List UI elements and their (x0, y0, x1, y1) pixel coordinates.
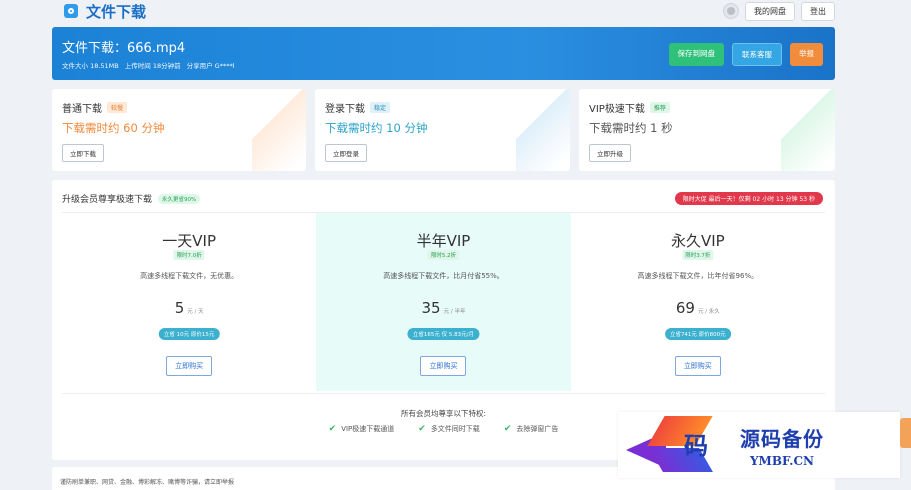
contact-service-button[interactable]: 联系客服 (732, 43, 782, 66)
price-value: 69 (675, 299, 695, 317)
price-unit: 元 / 永久 (697, 309, 720, 315)
price-value: 5 (174, 299, 185, 317)
download-time: 下载需时约 60 分钟 (62, 121, 165, 135)
watermark-logo-char: 码 (684, 431, 708, 460)
promo-countdown: 限时大促 最后一天！仅剩 02 小时 13 分钟 53 秒 (674, 192, 823, 205)
upgrade-now-button[interactable]: 立即升级 (589, 144, 631, 162)
card-title: 登录下载 (325, 104, 365, 115)
privilege-label: 多文件同时下载 (430, 425, 480, 433)
price-unit: 元 / 半年 (443, 309, 466, 315)
plan-desc: 高速多线程下载文件，比年付省96%。 (637, 272, 759, 280)
avatar[interactable] (723, 3, 739, 19)
vip-plans: 一天VIP 限时7.0折 高速多线程下载文件，无优惠。 5 元 / 天 立省 1… (62, 213, 825, 391)
watermark-en: YMBF.CN (749, 453, 814, 468)
plan-name: 一天VIP (162, 232, 217, 250)
plan-price: 35 元 / 半年 (316, 299, 570, 317)
file-title: 文件下载：666.mp4 (62, 41, 186, 56)
savings-badge: 立省741元 原价800元 (664, 328, 731, 340)
savings-badge: 立省 10元 原价15元 (158, 328, 220, 340)
check-icon: ✔ (418, 424, 426, 434)
privilege-item: ✔ 多文件同时下载 (418, 424, 480, 434)
speed-tag: 较慢 (107, 102, 128, 113)
savings-badge: 立省165元 仅 5.83元/月 (407, 328, 480, 340)
site-logo-icon[interactable] (64, 4, 78, 18)
price-unit: 元 / 天 (187, 309, 204, 315)
file-meta: 文件大小 18.51MB 上传时间 18分钟前 分享用户 G****l (62, 60, 235, 70)
report-button[interactable]: 举报 (790, 43, 823, 66)
watermark-cn: 源码备份 (740, 426, 824, 451)
speed-tag: 稳定 (370, 102, 391, 113)
plan-half-year: 半年VIP 限时5.2折 高速多线程下载文件，比月付省55%。 35 元 / 半… (316, 213, 571, 391)
discount-badge: 限时3.7折 (682, 250, 714, 260)
plan-desc: 高速多线程下载文件，无优惠。 (140, 272, 239, 280)
privilege-label: VIP极速下载通道 (341, 425, 395, 433)
discount-badge: 限时7.0折 (173, 250, 205, 260)
check-icon: ✔ (503, 424, 512, 434)
upload-time: 上传时间 18分钟前 (124, 62, 181, 70)
plan-forever: 永久VIP 限时3.7折 高速多线程下载文件，比年付省96%。 69 元 / 永… (571, 213, 825, 391)
file-banner: 文件下载：666.mp4 文件大小 18.51MB 上传时间 18分钟前 分享用… (52, 27, 835, 80)
plan-desc: 高速多线程下载文件，比月付省55%。 (383, 272, 504, 280)
download-time: 下载需时约 10 分钟 (325, 121, 428, 135)
fraud-notice-text: 谨防刷单兼职、网贷、金融、博彩解冻、赌博等诈骗，请立即举报 (60, 479, 235, 486)
buy-button[interactable]: 立即购买 (166, 356, 213, 376)
vip-title: 升级会员尊享极速下载 (62, 195, 153, 205)
card-login-download: 登录下载 稳定 下载需时约 10 分钟 立即登录 (315, 89, 570, 171)
buy-button[interactable]: 立即购买 (420, 356, 467, 376)
file-size: 文件大小 18.51MB (62, 62, 119, 70)
save-to-disk-button[interactable]: 保存到网盘 (668, 43, 724, 66)
card-title: VIP极速下载 (589, 104, 645, 115)
watermark: 码 源码备份 YMBF.CN (618, 412, 900, 478)
side-float-tab[interactable] (900, 418, 911, 448)
privilege-label: 去除弹窗广告 (516, 425, 559, 433)
banner-actions: 保存到网盘 联系客服 举报 (668, 43, 823, 66)
plan-price: 69 元 / 永久 (571, 299, 825, 317)
top-bar: 文件下载 我的网盘 登出 (52, 0, 835, 22)
sharer: 分享用户 G****l (186, 62, 235, 70)
discount-badge: 限时5.2折 (427, 250, 460, 260)
download-time: 下载需时约 1 秒 (589, 121, 673, 135)
check-icon: ✔ (328, 424, 337, 434)
privilege-item: ✔ 去除弹窗广告 (504, 424, 559, 434)
privilege-item: ✔ VIP极速下载通道 (329, 424, 395, 434)
login-now-button[interactable]: 立即登录 (325, 144, 367, 162)
my-disk-button[interactable]: 我的网盘 (745, 1, 795, 21)
price-value: 35 (421, 299, 441, 317)
plan-name: 半年VIP (416, 232, 471, 250)
site-title: 文件下载 (86, 2, 147, 21)
card-title: 普通下载 (62, 104, 102, 115)
buy-button[interactable]: 立即购买 (674, 356, 721, 376)
vip-tag: 永久更省90% (158, 193, 201, 204)
plan-day: 一天VIP 限时7.0折 高速多线程下载文件，无优惠。 5 元 / 天 立省 1… (62, 213, 316, 391)
plan-name: 永久VIP (670, 232, 725, 250)
logout-button[interactable]: 登出 (801, 1, 835, 21)
watermark-logo: 码 (626, 414, 734, 476)
user-area: 我的网盘 登出 (723, 1, 835, 21)
plan-price: 5 元 / 天 (62, 299, 316, 317)
download-now-button[interactable]: 立即下载 (62, 144, 104, 162)
speed-tag: 推荐 (649, 102, 670, 113)
card-vip-download: VIP极速下载 推荐 下载需时约 1 秒 立即升级 (579, 89, 835, 171)
card-normal-download: 普通下载 较慢 下载需时约 60 分钟 立即下载 (52, 89, 306, 171)
